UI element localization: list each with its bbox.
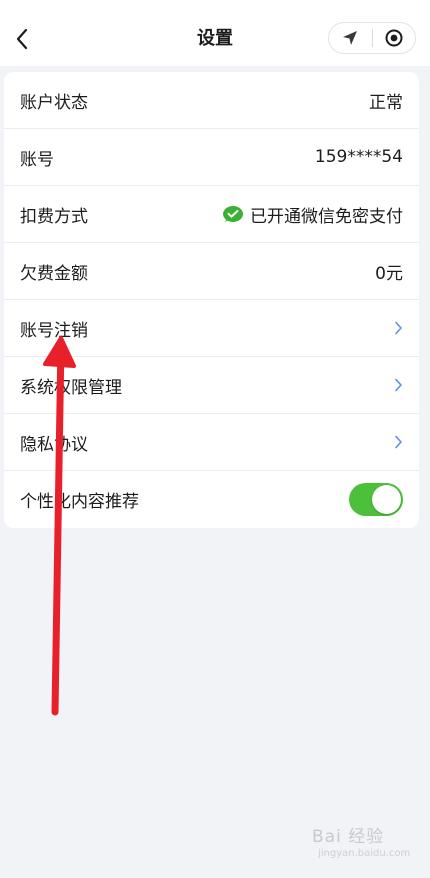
row-privacy-agreement[interactable]: 隐私协议	[4, 414, 419, 471]
chevron-right-icon	[394, 321, 403, 335]
row-system-permissions[interactable]: 系统权限管理	[4, 357, 419, 414]
account-status-value: 正常	[369, 92, 403, 113]
watermark-url: jingyan.baidu.com	[318, 848, 411, 859]
nav-bar: 设置	[0, 0, 430, 66]
chevron-right-icon	[394, 378, 403, 392]
row-account-cancellation[interactable]: 账号注销	[4, 300, 419, 357]
privacy-agreement-label: 隐私协议	[20, 434, 88, 455]
row-payment-method: 扣费方式 已开通微信免密支付	[4, 186, 419, 243]
account-number-value: 159****54	[314, 147, 403, 167]
close-mini-program-button[interactable]	[372, 23, 415, 53]
system-permissions-label: 系统权限管理	[20, 377, 122, 398]
personalized-recommendation-label: 个性化内容推荐	[20, 492, 139, 512]
arrears-value: 0元	[375, 263, 403, 284]
arrears-label: 欠费金额	[20, 263, 88, 284]
account-status-label: 账户状态	[20, 92, 88, 113]
settings-card: 账户状态 正常 账号 159****54 扣费方式 已开通微信免密支付 欠费金额…	[4, 72, 419, 528]
location-arrow-icon	[343, 31, 358, 45]
toggle-knob	[372, 485, 401, 514]
payment-method-text: 已开通微信免密支付	[250, 206, 403, 227]
payment-method-value: 已开通微信免密支付	[222, 202, 403, 227]
row-account-number: 账号 159****54	[4, 129, 419, 186]
row-arrears: 欠费金额 0元	[4, 243, 419, 300]
location-button[interactable]	[329, 23, 372, 53]
row-personalized-recommendation: 个性化内容推荐	[4, 471, 419, 528]
wechat-pay-icon	[222, 205, 244, 223]
account-number-label: 账号	[20, 149, 54, 170]
row-account-status: 账户状态 正常	[4, 72, 419, 129]
chevron-right-icon	[394, 435, 403, 449]
personalized-recommendation-toggle[interactable]	[349, 483, 403, 516]
payment-method-label: 扣费方式	[20, 206, 88, 227]
account-cancellation-label: 账号注销	[20, 320, 88, 341]
record-circle-icon	[385, 29, 403, 47]
mini-program-capsule	[328, 22, 416, 54]
baidu-jingyan-watermark: Bai 经验	[312, 827, 385, 847]
